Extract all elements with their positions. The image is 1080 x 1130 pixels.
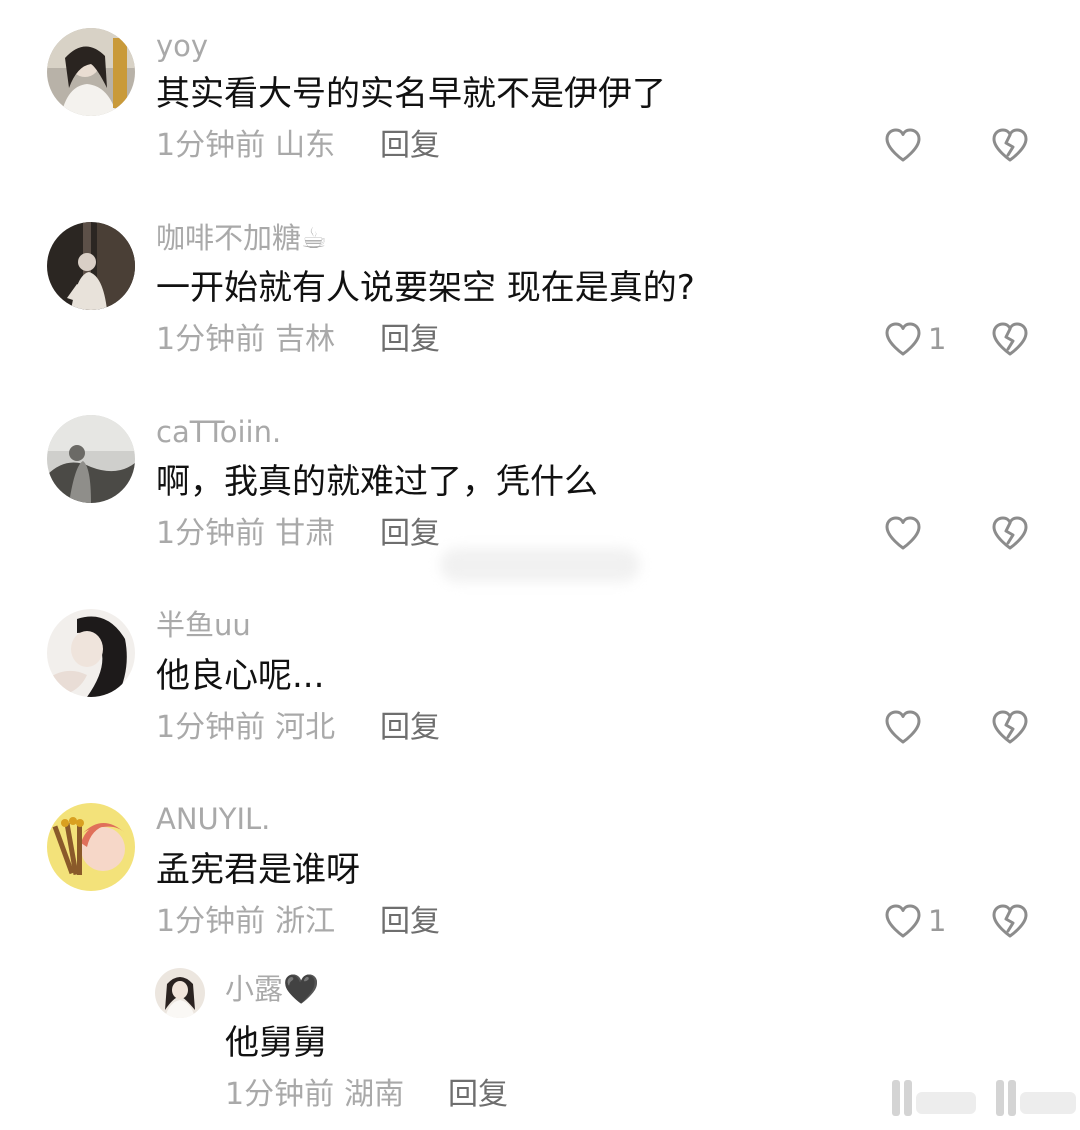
comment-location: 甘肃	[275, 516, 336, 551]
comment-location: 浙江	[275, 904, 336, 939]
comment-text: 他良心呢...	[156, 656, 325, 696]
like-button[interactable]: 1	[884, 903, 946, 939]
comment-text: 啊，我真的就难过了，凭什么	[156, 462, 598, 502]
reply-text: 他舅舅	[225, 1023, 327, 1063]
reply-button[interactable]: 回复	[380, 519, 440, 549]
like-count: 1	[928, 903, 947, 938]
heart-outline-icon	[885, 904, 921, 938]
reply-button[interactable]: 回复	[380, 131, 440, 161]
comment-meta: 1分钟前 甘肃	[156, 519, 335, 549]
broken-heart-icon	[992, 128, 1028, 162]
comment-text: 孟宪君是谁呀	[156, 850, 360, 890]
comment-meta: 1分钟前 河北	[156, 713, 335, 743]
dislike-button[interactable]	[991, 709, 1029, 749]
comment-time: 1分钟前	[156, 516, 266, 551]
reply-meta: 1分钟前 湖南	[225, 1080, 404, 1110]
like-button[interactable]	[884, 127, 928, 163]
comment-username[interactable]: ANUYIL.	[156, 805, 270, 834]
reply-button[interactable]: 回复	[380, 325, 440, 355]
comment-text: 一开始就有人说要架空 现在是真的?	[156, 268, 695, 308]
blur-smudge	[440, 548, 640, 582]
dislike-button[interactable]	[991, 515, 1029, 555]
comment-location: 吉林	[275, 322, 336, 357]
avatar[interactable]	[47, 415, 135, 503]
avatar[interactable]	[47, 803, 135, 891]
comment-meta: 1分钟前 浙江	[156, 907, 335, 937]
avatar[interactable]	[155, 968, 205, 1018]
heart-outline-icon	[885, 128, 921, 162]
comment-time: 1分钟前	[156, 904, 266, 939]
reply-button[interactable]: 回复	[448, 1080, 508, 1110]
broken-heart-icon	[992, 322, 1028, 356]
like-count: 1	[928, 321, 947, 356]
comment-time: 1分钟前	[156, 128, 266, 163]
broken-heart-icon	[992, 710, 1028, 744]
broken-heart-icon	[992, 516, 1028, 550]
dislike-button[interactable]	[991, 903, 1029, 943]
comment-username[interactable]: caTToiin.	[156, 418, 281, 447]
reply-username[interactable]: 小露🖤	[225, 975, 319, 1004]
comment-time: 1分钟前	[156, 322, 266, 357]
comment-meta: 1分钟前 吉林	[156, 325, 335, 355]
watermark	[888, 1076, 1080, 1120]
reply-time: 1分钟前	[225, 1077, 335, 1112]
comment-meta: 1分钟前 山东	[156, 131, 335, 161]
comment-username[interactable]: 咖啡不加糖☕	[156, 224, 327, 253]
avatar[interactable]	[47, 609, 135, 697]
dislike-button[interactable]	[991, 321, 1029, 361]
reply-location: 湖南	[344, 1077, 405, 1112]
avatar[interactable]	[47, 222, 135, 310]
dislike-button[interactable]	[991, 127, 1029, 167]
comment-location: 河北	[275, 710, 336, 745]
reply-button[interactable]: 回复	[380, 907, 440, 937]
heart-outline-icon	[885, 516, 921, 550]
heart-outline-icon	[885, 710, 921, 744]
heart-outline-icon	[885, 322, 921, 356]
broken-heart-icon	[992, 904, 1028, 938]
comment-username[interactable]: 半鱼uu	[156, 611, 251, 640]
comment-username[interactable]: yoy	[156, 32, 208, 61]
comment-time: 1分钟前	[156, 710, 266, 745]
comment-text: 其实看大号的实名早就不是伊伊了	[156, 74, 666, 114]
avatar[interactable]	[47, 28, 135, 116]
like-button[interactable]	[884, 709, 928, 745]
like-button[interactable]: 1	[884, 321, 946, 357]
like-button[interactable]	[884, 515, 928, 551]
reply-button[interactable]: 回复	[380, 713, 440, 743]
comment-location: 山东	[275, 128, 336, 163]
